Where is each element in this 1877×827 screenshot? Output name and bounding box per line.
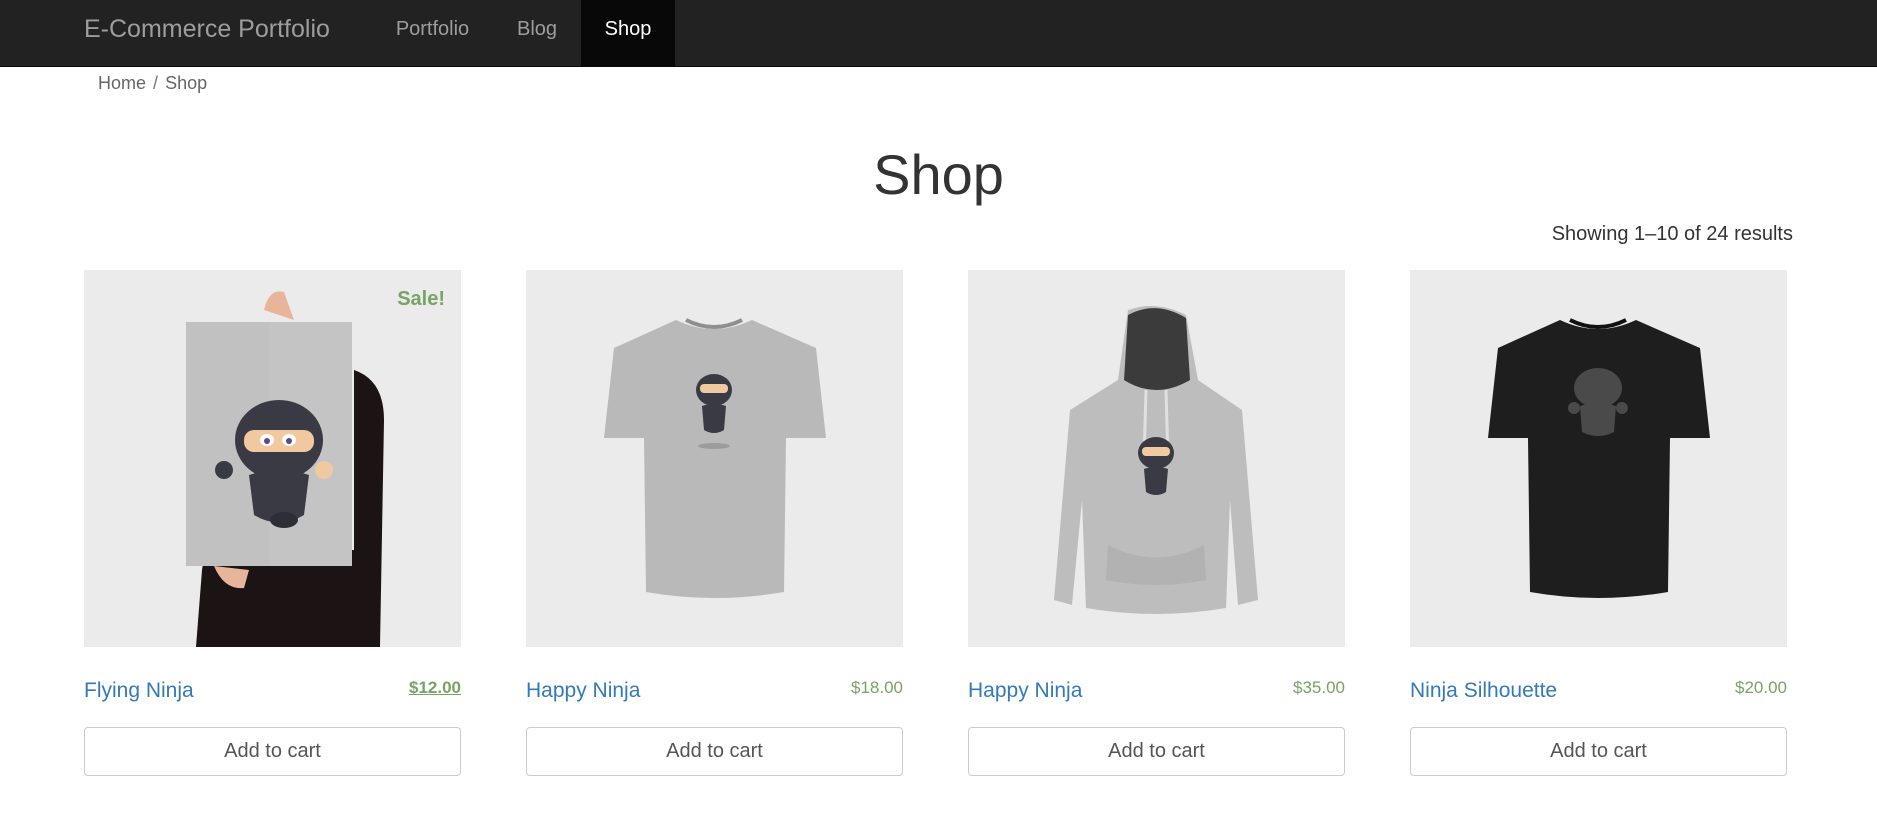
- product-price: $35.00: [1293, 678, 1345, 697]
- product-card: Sale! Flying Ninja $12.00 Add to cart: [84, 270, 461, 776]
- ninja-poster-image[interactable]: Sale!: [84, 270, 461, 647]
- grey-hoodie-ninja-image[interactable]: [968, 270, 1345, 647]
- brand-link[interactable]: E-Commerce Portfolio: [84, 14, 330, 44]
- result-count: Showing 1–10 of 24 results: [1551, 223, 1793, 245]
- nav-blog[interactable]: Blog: [502, 0, 572, 67]
- grey-tshirt-ninja-image[interactable]: [526, 270, 903, 647]
- nav-portfolio[interactable]: Portfolio: [380, 0, 485, 67]
- add-to-cart-button[interactable]: Add to cart: [84, 727, 461, 776]
- product-card: Ninja Silhouette $20.00 Add to cart: [1410, 270, 1787, 776]
- page-title: Shop: [873, 143, 1004, 206]
- product-title[interactable]: Flying Ninja: [84, 678, 194, 704]
- add-to-cart-button[interactable]: Add to cart: [968, 727, 1345, 776]
- product-price: $18.00: [851, 678, 903, 697]
- breadcrumb-separator: /: [153, 73, 159, 93]
- top-navbar: E-Commerce Portfolio Portfolio Blog Shop: [0, 0, 1877, 67]
- product-title[interactable]: Happy Ninja: [526, 678, 640, 704]
- product-title[interactable]: Ninja Silhouette: [1410, 678, 1557, 704]
- add-to-cart-button[interactable]: Add to cart: [1410, 727, 1787, 776]
- nav-shop[interactable]: Shop: [581, 0, 675, 67]
- product-card: Happy Ninja $18.00 Add to cart: [526, 270, 903, 776]
- product-card: Happy Ninja $35.00 Add to cart: [968, 270, 1345, 776]
- breadcrumb: Home / Shop: [98, 72, 207, 94]
- sale-badge: Sale!: [397, 288, 445, 310]
- breadcrumb-current: Shop: [165, 73, 208, 93]
- product-price: $20.00: [1735, 678, 1787, 697]
- product-title[interactable]: Happy Ninja: [968, 678, 1082, 704]
- add-to-cart-button[interactable]: Add to cart: [526, 727, 903, 776]
- product-price: $12.00: [409, 678, 461, 697]
- breadcrumb-home[interactable]: Home: [98, 73, 146, 93]
- black-tshirt-silhouette-image[interactable]: [1410, 270, 1787, 647]
